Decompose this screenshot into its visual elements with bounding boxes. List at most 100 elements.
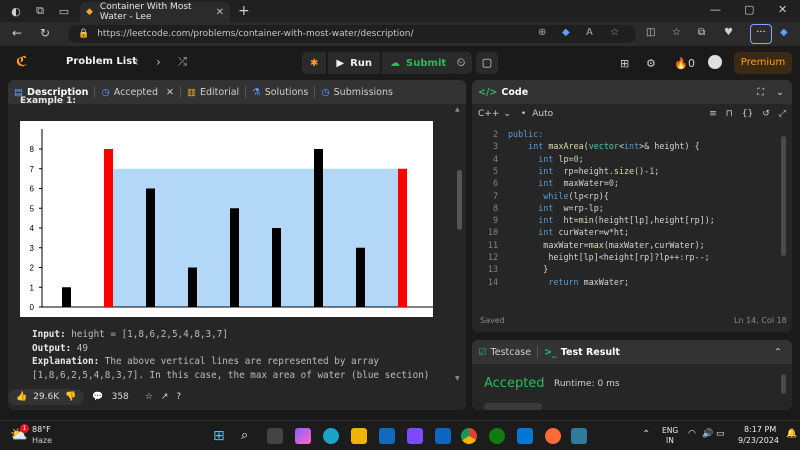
close-window-icon[interactable]: ✕	[778, 3, 787, 16]
code-line[interactable]: 14 return maxWater;	[472, 276, 772, 288]
braces-icon[interactable]: {}	[742, 109, 753, 119]
chrome-icon[interactable]	[461, 428, 477, 444]
maximize-icon[interactable]: ▢	[744, 3, 754, 16]
new-tab-icon[interactable]: +	[238, 3, 250, 19]
code-line[interactable]: 4 int lp=0;	[472, 153, 772, 165]
read-aloud-icon[interactable]: A	[586, 27, 593, 38]
description-scrollbar[interactable]	[457, 170, 462, 230]
code-editor[interactable]: 2 public: 3 int maxArea(vector<int>& heigh…	[472, 128, 782, 303]
code-line[interactable]: 5 int rp=height.size()-1;	[472, 165, 772, 177]
tab-editorial[interactable]: ▥ Editorial	[181, 87, 245, 98]
notifications-bell-icon[interactable]: 🔔	[786, 429, 797, 439]
wifi-icon[interactable]: ◠	[688, 429, 696, 439]
debug-button[interactable]: ✱	[302, 52, 327, 74]
minimize-icon[interactable]: —	[710, 3, 721, 16]
language-select[interactable]: C++	[478, 109, 499, 119]
collapse-result-icon[interactable]: ⌃	[774, 347, 782, 358]
submit-button[interactable]: ☁ Submit	[382, 52, 455, 74]
xbox-icon[interactable]	[489, 428, 505, 444]
notes-button[interactable]: ▢	[476, 52, 498, 74]
code-line[interactable]: 2 public:	[472, 128, 772, 140]
comment-icon[interactable]: 💬	[92, 392, 103, 402]
tab-testcase[interactable]: ☑ Testcase	[472, 347, 537, 358]
photos-icon[interactable]	[571, 428, 587, 444]
copilot-icon[interactable]: ◆	[780, 27, 788, 38]
code-line[interactable]: 9 int ht=min(height[lp],height[rp]);	[472, 214, 772, 226]
code-line[interactable]: 6 int maxWater=0;	[472, 177, 772, 189]
avatar[interactable]	[708, 55, 722, 69]
format-icon[interactable]: ≡	[709, 109, 717, 119]
code-line[interactable]: 12 height[lp]<height[rp]?lp++:rp--;	[472, 251, 772, 263]
extension-tag-icon[interactable]: ◆	[562, 27, 570, 38]
close-tab-accepted-icon[interactable]: ✕	[166, 87, 174, 98]
scroll-up-icon[interactable]: ▲	[455, 106, 460, 113]
reset-icon[interactable]: ↺	[762, 109, 770, 119]
show-hidden-icons[interactable]: ⌃	[642, 429, 650, 440]
code-line[interactable]: 13 }	[472, 263, 772, 275]
back-icon[interactable]: ←	[12, 26, 22, 40]
linkedin-icon[interactable]	[435, 428, 451, 444]
fullscreen-icon[interactable]: ⤢	[779, 109, 786, 119]
split-screen-icon[interactable]: ◫	[646, 27, 655, 38]
code-line[interactable]: 3 int maxArea(vector<int>& height) {	[472, 140, 772, 152]
tab-test-result[interactable]: >_ Test Result	[538, 347, 626, 358]
streak-fire-icon[interactable]: 🔥	[674, 57, 688, 70]
extension-icon[interactable]: ♥	[724, 27, 733, 38]
like-button[interactable]: 👍 29.6K 👎	[8, 389, 85, 405]
url-field[interactable]: 🔒 https://leetcode.com/problems/containe…	[68, 25, 636, 43]
share-icon[interactable]: ↗	[161, 392, 169, 402]
battery-icon[interactable]: ▭	[716, 429, 725, 439]
edge-icon[interactable]	[323, 428, 339, 444]
tab-accepted[interactable]: ◷ Accepted ✕	[95, 87, 180, 98]
task-view-icon[interactable]	[267, 428, 283, 444]
outlook-icon[interactable]	[379, 428, 395, 444]
more-options-icon[interactable]: ···	[750, 24, 772, 44]
result-scrollbar[interactable]	[781, 374, 786, 394]
copilot-app-icon[interactable]	[295, 428, 311, 444]
next-problem-icon[interactable]: ›	[156, 55, 161, 69]
vscode-icon[interactable]	[517, 428, 533, 444]
language-line2[interactable]: IN	[666, 436, 674, 445]
code-line[interactable]: 7 while(lp<rp){	[472, 190, 772, 202]
favorites-icon[interactable]: ☆	[672, 27, 681, 38]
language-line1[interactable]: ENG	[662, 426, 678, 435]
profile-icon[interactable]: ◐	[8, 3, 24, 19]
tab-actions-icon[interactable]: ▭	[56, 3, 72, 19]
volume-icon[interactable]: 🔊	[702, 429, 713, 439]
star-icon[interactable]: ☆	[145, 392, 153, 402]
clock-time[interactable]: 8:17 PM	[744, 425, 776, 434]
tab-submissions[interactable]: ◷ Submissions	[315, 87, 399, 98]
settings-gear-icon[interactable]: ⚙	[646, 57, 656, 70]
help-icon[interactable]: ?	[176, 392, 181, 402]
zoom-icon[interactable]: ⊕	[538, 27, 546, 38]
search-icon[interactable]: ⌕	[241, 428, 257, 444]
tab-solutions[interactable]: ⚗ Solutions	[246, 87, 314, 98]
thumbs-down-icon[interactable]: 👎	[65, 392, 76, 402]
shuffle-icon[interactable]: ⤮	[178, 55, 187, 69]
problem-list-link[interactable]: Problem List	[66, 56, 137, 67]
workspaces-icon[interactable]: ⧉	[32, 3, 48, 19]
store-icon[interactable]	[407, 428, 423, 444]
bookmark-icon[interactable]: ⊓	[726, 109, 733, 119]
code-line[interactable]: 11 maxWater=max(maxWater,curWater);	[472, 239, 772, 251]
code-line[interactable]: 10 int curWater=w*ht;	[472, 226, 772, 238]
autocomplete-label[interactable]: Auto	[532, 109, 553, 119]
refresh-icon[interactable]: ↻	[40, 26, 50, 40]
close-tab-icon[interactable]: ✕	[216, 7, 224, 18]
start-icon[interactable]: ⊞	[213, 428, 229, 444]
prev-problem-icon[interactable]: ‹	[134, 55, 139, 69]
leetcode-logo-icon[interactable]: ℭ	[16, 54, 27, 70]
scroll-down-icon[interactable]: ▼	[455, 375, 460, 382]
file-explorer-icon[interactable]	[351, 428, 367, 444]
postman-icon[interactable]	[545, 428, 561, 444]
code-tab[interactable]: </> Code	[472, 87, 534, 98]
clock-date[interactable]: 9/23/2024	[738, 436, 779, 445]
code-line[interactable]: 8 int w=rp-lp;	[472, 202, 772, 214]
more-code-icon[interactable]: ⌄	[776, 87, 784, 98]
timer-button[interactable]: ⏲	[450, 52, 472, 74]
maximize-code-icon[interactable]: ⛶	[757, 87, 764, 98]
browser-tab[interactable]: ◆ Container With Most Water - Lee ✕	[80, 2, 230, 22]
layout-icon[interactable]: ⊞	[620, 57, 629, 70]
run-button[interactable]: ▶ Run	[328, 52, 381, 74]
favorite-icon[interactable]: ☆	[610, 27, 619, 38]
